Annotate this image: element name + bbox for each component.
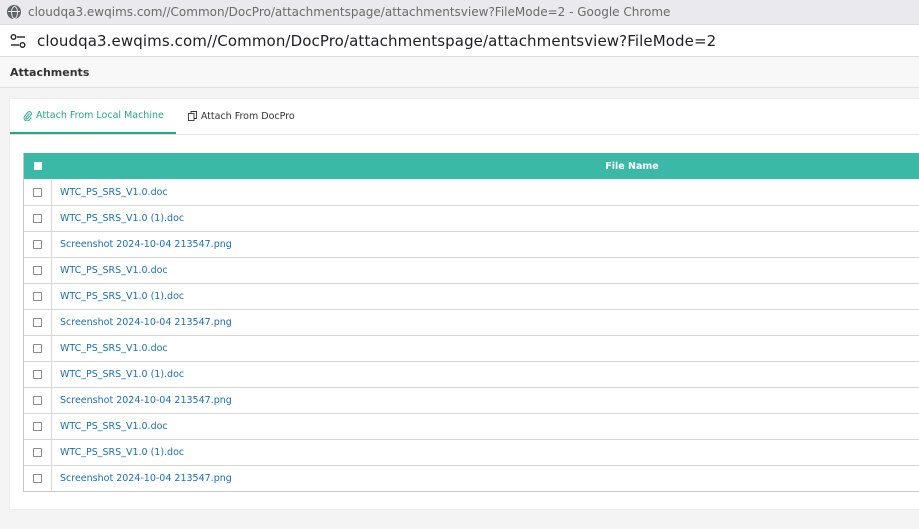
file-name-link[interactable]: WTC_PS_SRS_V1.0.doc xyxy=(52,421,168,432)
row-checkbox-cell xyxy=(24,414,52,439)
file-name-link[interactable]: Screenshot 2024-10-04 213547.png xyxy=(52,473,232,484)
grid-body: WTC_PS_SRS_V1.0.doc WTC_PS_SRS_V1.0 (1).d… xyxy=(24,179,919,491)
file-name-link[interactable]: Screenshot 2024-10-04 213547.png xyxy=(52,239,232,250)
table-row[interactable]: Screenshot 2024-10-04 213547.png xyxy=(24,309,919,335)
row-checkbox-cell xyxy=(24,362,52,387)
window-title: cloudqa3.ewqims.com//Common/DocPro/attac… xyxy=(28,5,671,19)
file-name-link[interactable]: WTC_PS_SRS_V1.0.doc xyxy=(52,343,168,354)
row-checkbox-cell xyxy=(24,310,52,335)
table-row[interactable]: WTC_PS_SRS_V1.0.doc xyxy=(24,257,919,283)
row-checkbox[interactable] xyxy=(33,448,42,457)
row-checkbox-cell xyxy=(24,232,52,257)
file-name-link[interactable]: Screenshot 2024-10-04 213547.png xyxy=(52,317,232,328)
site-settings-icon[interactable] xyxy=(10,33,26,48)
row-checkbox-cell xyxy=(24,336,52,361)
row-checkbox[interactable] xyxy=(33,240,42,249)
file-name-link[interactable]: WTC_PS_SRS_V1.0 (1).doc xyxy=(52,447,184,458)
file-name-link[interactable]: WTC_PS_SRS_V1.0 (1).doc xyxy=(52,369,184,380)
table-row[interactable]: Screenshot 2024-10-04 213547.png xyxy=(24,387,919,413)
tab-attach-docpro[interactable]: Attach From DocPro xyxy=(176,98,307,134)
row-checkbox-cell xyxy=(24,388,52,413)
row-checkbox[interactable] xyxy=(33,214,42,223)
tab-attach-local[interactable]: Attach From Local Machine xyxy=(10,98,176,134)
row-checkbox[interactable] xyxy=(33,370,42,379)
table-row[interactable]: WTC_PS_SRS_V1.0 (1).doc xyxy=(24,361,919,387)
select-all-cell xyxy=(24,153,52,179)
page-header: Attachments xyxy=(0,57,919,88)
page-content: Attachments Attach From Local Machine At… xyxy=(0,57,919,529)
table-row[interactable]: WTC_PS_SRS_V1.0.doc xyxy=(24,413,919,439)
file-name-link[interactable]: Screenshot 2024-10-04 213547.png xyxy=(52,395,232,406)
table-row[interactable]: Screenshot 2024-10-04 213547.png xyxy=(24,231,919,257)
table-row[interactable]: WTC_PS_SRS_V1.0.doc xyxy=(24,335,919,361)
row-checkbox-cell xyxy=(24,284,52,309)
row-checkbox-cell xyxy=(24,258,52,283)
globe-icon xyxy=(7,5,21,19)
row-checkbox[interactable] xyxy=(33,396,42,405)
page-title: Attachments xyxy=(10,65,90,79)
select-all-checkbox[interactable] xyxy=(34,162,42,170)
row-checkbox[interactable] xyxy=(33,422,42,431)
row-checkbox[interactable] xyxy=(33,318,42,327)
row-checkbox[interactable] xyxy=(33,474,42,483)
file-grid: File Name WTC_PS_SRS_V1.0.doc WTC_PS_SRS_… xyxy=(23,153,919,492)
row-checkbox-cell xyxy=(24,440,52,465)
table-row[interactable]: WTC_PS_SRS_V1.0 (1).doc xyxy=(24,439,919,465)
address-bar[interactable]: cloudqa3.ewqims.com//Common/DocPro/attac… xyxy=(0,25,919,57)
window-titlebar: cloudqa3.ewqims.com//Common/DocPro/attac… xyxy=(0,0,919,25)
file-name-link[interactable]: WTC_PS_SRS_V1.0 (1).doc xyxy=(52,291,184,302)
table-row[interactable]: WTC_PS_SRS_V1.0.doc xyxy=(24,179,919,205)
file-name-link[interactable]: WTC_PS_SRS_V1.0.doc xyxy=(52,187,168,198)
column-header-file-name[interactable]: File Name xyxy=(52,161,919,172)
table-row[interactable]: Screenshot 2024-10-04 213547.png xyxy=(24,465,919,491)
tab-bar: Attach From Local Machine Attach From Do… xyxy=(10,99,919,135)
paperclip-icon xyxy=(23,110,32,121)
row-checkbox-cell xyxy=(24,466,52,491)
table-row[interactable]: WTC_PS_SRS_V1.0 (1).doc xyxy=(24,283,919,309)
tab-label: Attach From DocPro xyxy=(200,110,295,122)
row-checkbox[interactable] xyxy=(33,187,42,197)
url-text[interactable]: cloudqa3.ewqims.com//Common/DocPro/attac… xyxy=(37,32,716,50)
table-row[interactable]: WTC_PS_SRS_V1.0 (1).doc xyxy=(24,205,919,231)
row-checkbox-cell xyxy=(24,179,52,205)
file-name-link[interactable]: WTC_PS_SRS_V1.0.doc xyxy=(52,265,168,276)
grid-header: File Name xyxy=(24,153,919,179)
tab-label: Attach From Local Machine xyxy=(36,109,164,121)
copy-icon xyxy=(187,111,197,121)
row-checkbox[interactable] xyxy=(33,344,42,353)
row-checkbox[interactable] xyxy=(33,266,42,275)
file-name-link[interactable]: WTC_PS_SRS_V1.0 (1).doc xyxy=(52,213,184,224)
row-checkbox-cell xyxy=(24,206,52,231)
row-checkbox[interactable] xyxy=(33,292,42,301)
attachments-card: Attach From Local Machine Attach From Do… xyxy=(9,98,919,510)
